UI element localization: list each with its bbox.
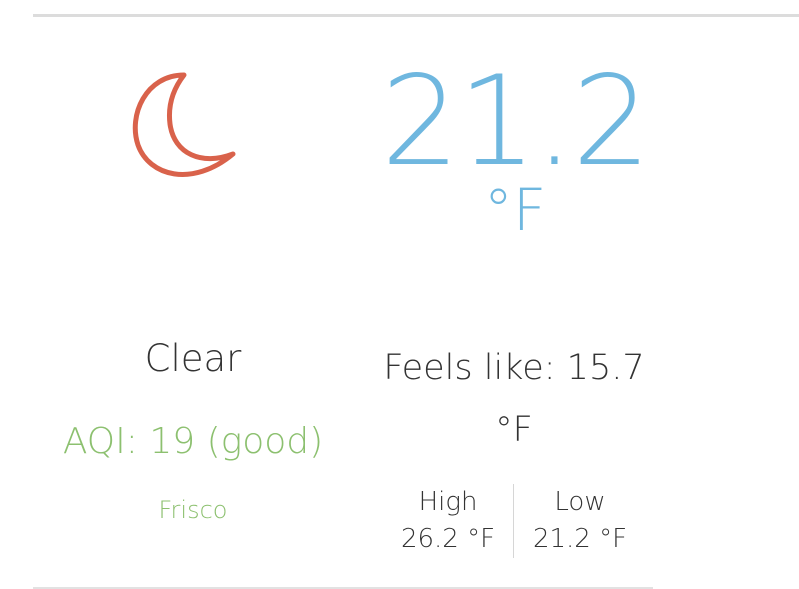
moon-icon — [132, 72, 236, 177]
high-value: 26.2 °F — [400, 524, 496, 554]
weather-condition: Clear — [144, 337, 242, 380]
temperature-value: 21.2 — [380, 50, 651, 194]
low-temperature: Low 21.2 °F — [515, 484, 645, 558]
feels-like-text: Feels like: 15.7 °F — [383, 348, 645, 450]
aqi-status: AQI: 19 (good) — [62, 421, 324, 462]
low-label: Low — [554, 487, 606, 517]
top-divider — [33, 14, 799, 17]
high-low-divider — [513, 484, 514, 558]
high-temperature: High 26.2 °F — [383, 484, 513, 558]
high-label: High — [418, 487, 478, 517]
low-value: 21.2 °F — [532, 524, 628, 554]
weather-card: 21.2 °F Clear AQI: 19 (good) Frisco Feel… — [0, 0, 799, 589]
location-label: Frisco — [158, 496, 228, 524]
temperature-unit: °F — [483, 176, 547, 244]
